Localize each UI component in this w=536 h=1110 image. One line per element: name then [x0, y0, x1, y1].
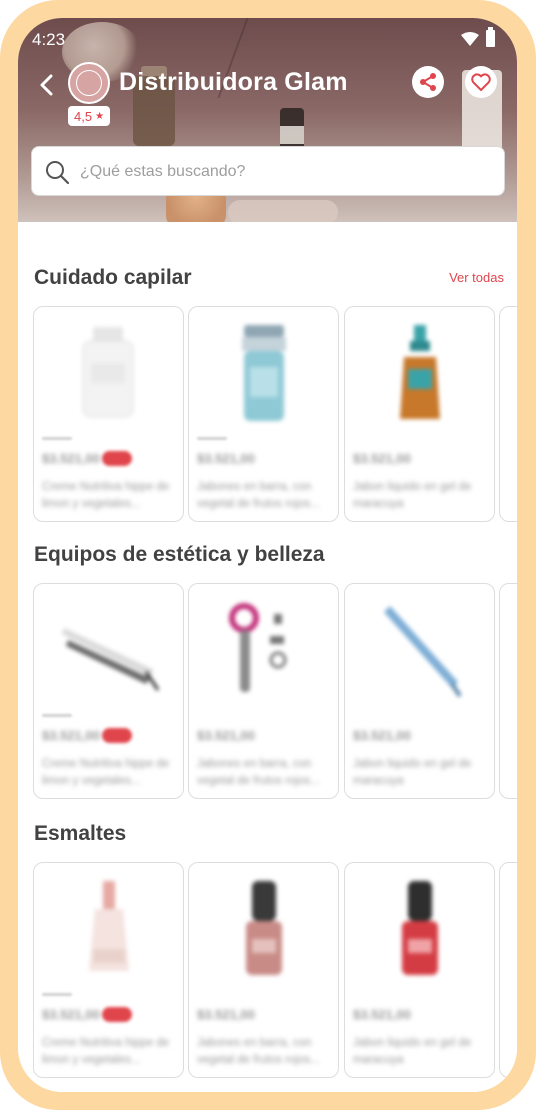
- wifi-icon: [461, 32, 479, 46]
- product-name: Jabones en barra, con vegetal de frutos …: [197, 1037, 320, 1066]
- discount-badge: [102, 451, 132, 466]
- battery-icon: [486, 27, 495, 47]
- rating-badge: 4,5 ★: [68, 106, 111, 126]
- product-card[interactable]: $3.521,00 Jabones en barra, con vegetal …: [188, 306, 339, 522]
- product-carousel[interactable]: $3.521,00 Creme Nutritiva hippe de limon…: [33, 583, 517, 799]
- argan-oil-bottle-icon: [400, 325, 440, 419]
- chevron-left-icon: [40, 74, 53, 96]
- star-icon: ★: [95, 110, 105, 122]
- rating-value: 4,5: [74, 108, 93, 124]
- product-name: Jabones en barra, con vegetal de frutos …: [197, 481, 320, 510]
- product-price: $3.521,00: [42, 451, 100, 466]
- nail-polish-red-icon: [402, 881, 438, 975]
- product-card[interactable]: [499, 583, 517, 799]
- product-carousel[interactable]: $3.521,00 Creme Nutritiva hippe de limon…: [33, 306, 517, 522]
- product-card[interactable]: $3.521,00 Creme Nutritiva hippe de limon…: [33, 583, 184, 799]
- old-price: [42, 714, 72, 717]
- app-screen: 4:23 4,5 ★ Distribuidora Glam ¿Qué estas…: [18, 18, 517, 1092]
- product-price: $3.521,00: [42, 728, 100, 743]
- product-name: Creme Nutritiva hippe de limon y vegetal…: [42, 1037, 170, 1066]
- product-card[interactable]: [499, 306, 517, 522]
- product-card[interactable]: $3.521,00 Jabon liquido en gel de maracu…: [344, 583, 495, 799]
- store-logo[interactable]: [68, 62, 110, 104]
- hair-straightener-icon: [62, 628, 160, 691]
- product-carousel[interactable]: $3.521,00 Creme Nutritiva hippe de limon…: [33, 862, 517, 1078]
- glam-logo-icon: [76, 70, 102, 96]
- product-price: $3.521,00: [42, 1007, 100, 1022]
- product-price: $3.521,00: [197, 451, 255, 466]
- hair-dryer-icon: [229, 603, 287, 692]
- blue-shampoo-bottle-icon: [242, 325, 286, 421]
- product-price: $3.521,00: [197, 728, 255, 743]
- nail-polish-mauve-icon: [246, 881, 282, 975]
- product-card[interactable]: $3.521,00 Creme Nutritiva hippe de limon…: [33, 862, 184, 1078]
- product-name: Creme Nutritiva hippe de limon y vegetal…: [42, 481, 170, 510]
- catalog-content: Cuidado capilar Ver todas $3.521,00 Crem…: [18, 222, 517, 1092]
- product-price: $3.521,00: [353, 1007, 411, 1022]
- banner-bottle-label: [280, 126, 304, 144]
- product-price: $3.521,00: [353, 451, 411, 466]
- product-price: $3.521,00: [197, 1007, 255, 1022]
- share-button[interactable]: [412, 66, 444, 98]
- discount-badge: [102, 1007, 132, 1022]
- section-title: Equipos de estética y belleza: [34, 543, 325, 566]
- product-price: $3.521,00: [353, 728, 411, 743]
- search-icon: [46, 161, 70, 185]
- search-input[interactable]: [80, 157, 490, 187]
- section-title: Cuidado capilar: [34, 266, 192, 289]
- product-name: Jabon liquido en gel de maracuya: [353, 1037, 472, 1066]
- section-title: Esmaltes: [34, 822, 127, 845]
- product-name: Jabones en barra, con vegetal de frutos …: [197, 758, 320, 787]
- blue-straightener-icon: [384, 606, 462, 698]
- nail-polish-nude-icon: [89, 881, 129, 971]
- product-card[interactable]: [499, 862, 517, 1078]
- favorite-button[interactable]: [465, 66, 497, 98]
- product-name: Jabon liquido en gel de maracuya: [353, 481, 472, 510]
- product-card[interactable]: $3.521,00 Jabon liquido en gel de maracu…: [344, 862, 495, 1078]
- see-all-link[interactable]: Ver todas: [449, 270, 504, 285]
- back-button[interactable]: [32, 70, 62, 100]
- store-header: 4:23 4,5 ★ Distribuidora Glam: [18, 18, 517, 222]
- product-card[interactable]: $3.521,00 Jabones en barra, con vegetal …: [188, 583, 339, 799]
- store-title: Distribuidora Glam: [119, 68, 348, 96]
- status-bar: 4:23: [18, 18, 517, 58]
- product-card[interactable]: $3.521,00 Jabon liquido en gel de maracu…: [344, 306, 495, 522]
- status-time: 4:23: [32, 30, 66, 49]
- product-card[interactable]: $3.521,00 Creme Nutritiva hippe de limon…: [33, 306, 184, 522]
- old-price: [42, 993, 72, 996]
- product-card[interactable]: $3.521,00 Jabones en barra, con vegetal …: [188, 862, 339, 1078]
- white-jar-icon: [82, 327, 134, 418]
- old-price: [197, 437, 227, 440]
- heart-icon: [471, 73, 491, 91]
- device-frame: 4:23 4,5 ★ Distribuidora Glam ¿Qué estas…: [0, 0, 536, 1110]
- share-icon: [420, 73, 436, 91]
- search-bar[interactable]: [31, 146, 505, 196]
- old-price: [42, 437, 72, 440]
- discount-badge: [102, 728, 132, 743]
- banner-tray: [228, 200, 338, 222]
- product-name: Creme Nutritiva hippe de limon y vegetal…: [42, 758, 170, 787]
- product-name: Jabon liquido en gel de maracuya: [353, 758, 472, 787]
